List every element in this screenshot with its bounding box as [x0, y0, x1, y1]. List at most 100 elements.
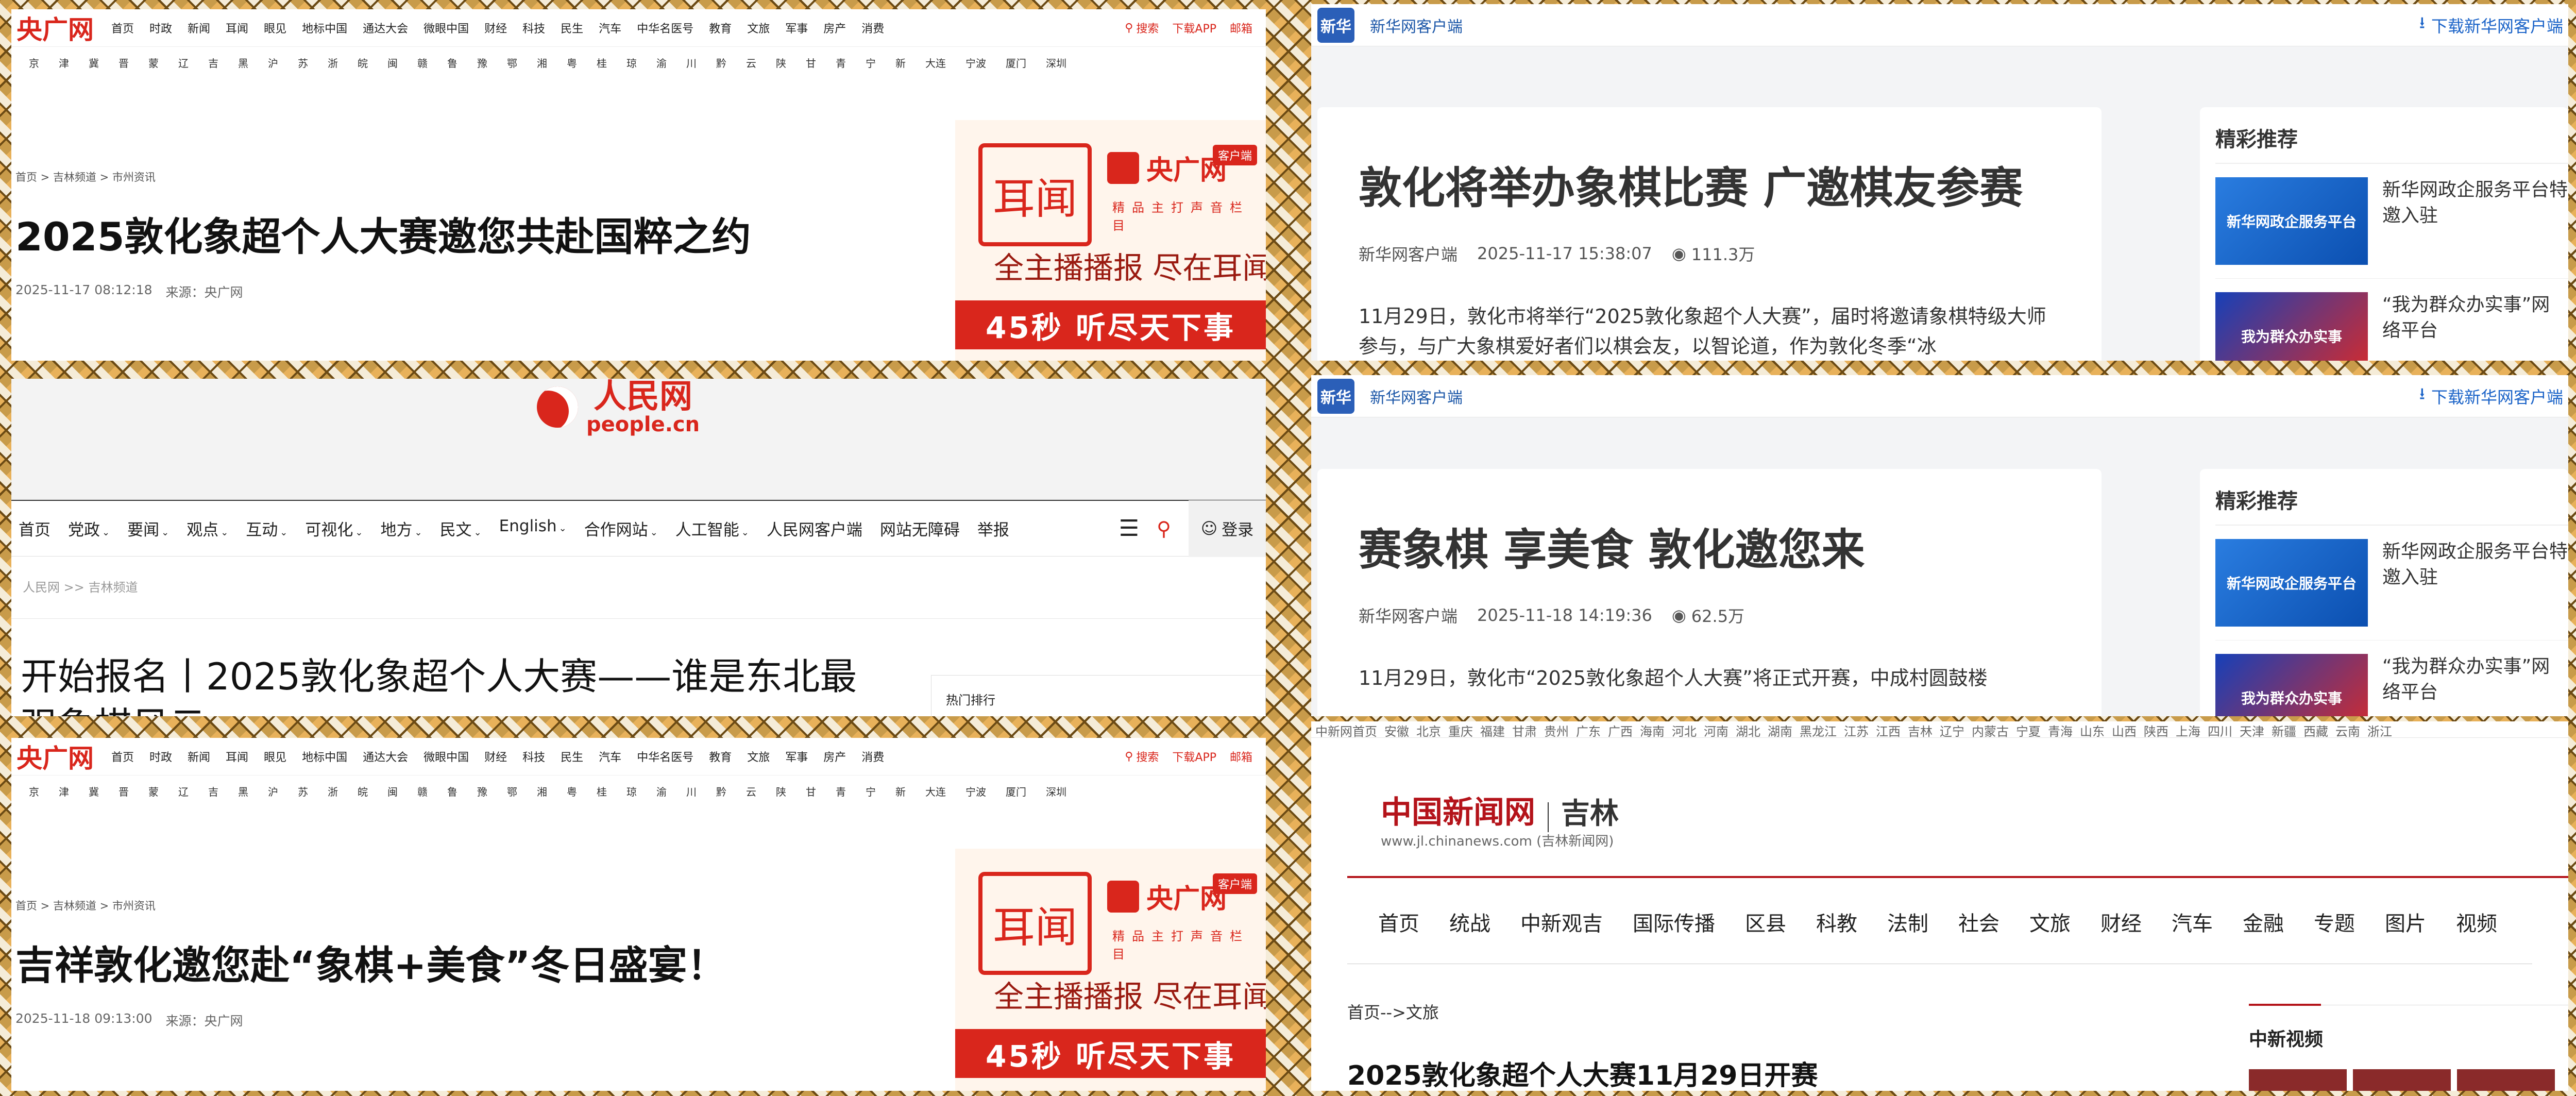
nav-item[interactable]: 民生	[561, 748, 583, 765]
region-link[interactable]: 赣	[417, 784, 428, 799]
region-link[interactable]: 粤	[567, 55, 577, 70]
nav-item[interactable]: 通达大会	[363, 748, 408, 765]
nav-item[interactable]: 统战	[1449, 907, 1490, 937]
nav-item[interactable]: 举报	[977, 517, 1009, 540]
video-thumbnail[interactable]	[2249, 1069, 2347, 1091]
cnr-search-button[interactable]: ⚲ 搜索	[1125, 748, 1159, 765]
nav-item[interactable]: 观点 ⌄	[187, 517, 228, 540]
region-link[interactable]: 豫	[477, 55, 487, 70]
cnr-mail-link[interactable]: 邮箱	[1230, 20, 1252, 36]
region-link[interactable]: 皖	[358, 784, 368, 799]
nav-item[interactable]: 人民网客户端	[767, 517, 862, 540]
nav-item[interactable]: 首页	[1378, 907, 1419, 937]
xinhua-app-name[interactable]: 新华网客户端	[1370, 14, 1463, 37]
nav-item[interactable]: 文旅	[747, 20, 770, 36]
region-link[interactable]: 福建	[1480, 724, 1505, 737]
region-link[interactable]: 吉林	[1908, 724, 1933, 737]
nav-item[interactable]: 专题	[2314, 907, 2355, 937]
region-link[interactable]: 湖南	[1768, 724, 1792, 737]
nav-item[interactable]: 地标中国	[302, 748, 347, 765]
region-link[interactable]: 厦门	[1006, 784, 1026, 799]
region-link[interactable]: 甘肃	[1512, 724, 1537, 737]
nav-item[interactable]: 文旅	[2029, 907, 2071, 937]
region-link[interactable]: 辽宁	[1940, 724, 1964, 737]
nav-item[interactable]: 时政	[149, 748, 172, 765]
region-link[interactable]: 安徽	[1384, 724, 1409, 737]
cnr-ad-banner[interactable]: 耳闻 央广网 客户端 精品主打声音栏目 全主播播报 尽在耳闻！ 45秒 听尽天下…	[955, 120, 1266, 361]
region-link[interactable]: 闽	[387, 55, 398, 70]
nav-item[interactable]: 眼见	[264, 748, 286, 765]
nav-item[interactable]: 军事	[785, 748, 808, 765]
region-link[interactable]: 深圳	[1046, 55, 1066, 70]
nav-item[interactable]: 地标中国	[302, 20, 347, 36]
region-link[interactable]: 琼	[626, 55, 637, 70]
region-link[interactable]: 陕	[776, 784, 786, 799]
region-link[interactable]: 黔	[716, 784, 726, 799]
nav-item[interactable]: 党政 ⌄	[68, 517, 110, 540]
region-link[interactable]: 上海	[2176, 724, 2200, 737]
region-link[interactable]: 宁夏	[2016, 724, 2041, 737]
nav-item[interactable]: 首页	[19, 517, 50, 540]
region-link[interactable]: 陕	[776, 55, 786, 70]
region-link[interactable]: 桂	[597, 784, 607, 799]
region-link[interactable]: 川	[686, 55, 697, 70]
nav-item[interactable]: 民文 ⌄	[440, 517, 482, 540]
nav-item[interactable]: 地方 ⌄	[380, 517, 422, 540]
region-link[interactable]: 鄂	[507, 55, 517, 70]
region-link[interactable]: 河南	[1704, 724, 1728, 737]
nav-item[interactable]: 汽车	[599, 748, 621, 765]
region-link[interactable]: 广西	[1608, 724, 1633, 737]
region-link[interactable]: 冀	[89, 784, 99, 799]
region-link[interactable]: 陕西	[2144, 724, 2168, 737]
nav-item[interactable]: 消费	[861, 20, 884, 36]
region-link[interactable]: 沪	[268, 55, 278, 70]
region-link[interactable]: 粤	[567, 784, 577, 799]
region-link[interactable]: 青海	[2048, 724, 2073, 737]
cnr-download-app-link[interactable]: 下载APP	[1172, 748, 1216, 765]
nav-item[interactable]: 科技	[522, 748, 545, 765]
region-link[interactable]: 新	[895, 55, 906, 70]
region-link[interactable]: 琼	[626, 784, 637, 799]
nav-item[interactable]: 中新观吉	[1520, 907, 1603, 937]
cns-logo[interactable]: 中国新闻网 吉林	[1381, 787, 1619, 832]
nav-item[interactable]: 微眼中国	[423, 748, 469, 765]
region-link[interactable]: 云	[746, 784, 756, 799]
region-link[interactable]: 天津	[2240, 724, 2264, 737]
region-link[interactable]: 青	[836, 784, 846, 799]
nav-item[interactable]: 汽车	[599, 20, 621, 36]
region-link[interactable]: 晋	[118, 55, 129, 70]
nav-item[interactable]: 通达大会	[363, 20, 408, 36]
nav-item[interactable]: 首页	[111, 20, 134, 36]
region-link[interactable]: 云	[746, 55, 756, 70]
nav-item[interactable]: 图片	[2385, 907, 2426, 937]
nav-item[interactable]: 房产	[823, 20, 846, 36]
nav-item[interactable]: 国际传播	[1633, 907, 1715, 937]
cnr-download-app-link[interactable]: 下载APP	[1172, 20, 1216, 36]
region-link[interactable]: 皖	[358, 55, 368, 70]
region-link[interactable]: 蒙	[148, 784, 159, 799]
cnr-search-button[interactable]: ⚲ 搜索	[1125, 20, 1159, 36]
region-link[interactable]: 黑	[238, 784, 248, 799]
region-link[interactable]: 新疆	[2272, 724, 2296, 737]
menu-icon[interactable]: ☰	[1119, 515, 1139, 542]
nav-item[interactable]: 汽车	[2172, 907, 2213, 937]
people-logo[interactable]: 人民网 people.cn	[537, 379, 700, 435]
nav-item[interactable]: 教育	[709, 748, 732, 765]
region-link[interactable]: 四川	[2208, 724, 2232, 737]
download-app-button[interactable]: ⭳ 下载新华网客户端	[2419, 382, 2568, 410]
region-link[interactable]: 赣	[417, 55, 428, 70]
nav-item[interactable]: 耳闻	[226, 748, 248, 765]
region-link[interactable]: 云南	[2335, 724, 2360, 737]
nav-item[interactable]: 时政	[149, 20, 172, 36]
region-link[interactable]: 桂	[597, 55, 607, 70]
nav-item[interactable]: 人工智能 ⌄	[675, 517, 749, 540]
nav-item[interactable]: 中华名医号	[637, 748, 693, 765]
nav-item[interactable]: 民生	[561, 20, 583, 36]
nav-item[interactable]: 网站无障碍	[880, 517, 960, 540]
region-link[interactable]: 宁	[866, 784, 876, 799]
nav-item[interactable]: 首页	[111, 748, 134, 765]
region-link[interactable]: 鄂	[507, 784, 517, 799]
region-link[interactable]: 吉	[208, 784, 218, 799]
nav-item[interactable]: 互动 ⌄	[246, 517, 287, 540]
region-link[interactable]: 湘	[537, 55, 547, 70]
